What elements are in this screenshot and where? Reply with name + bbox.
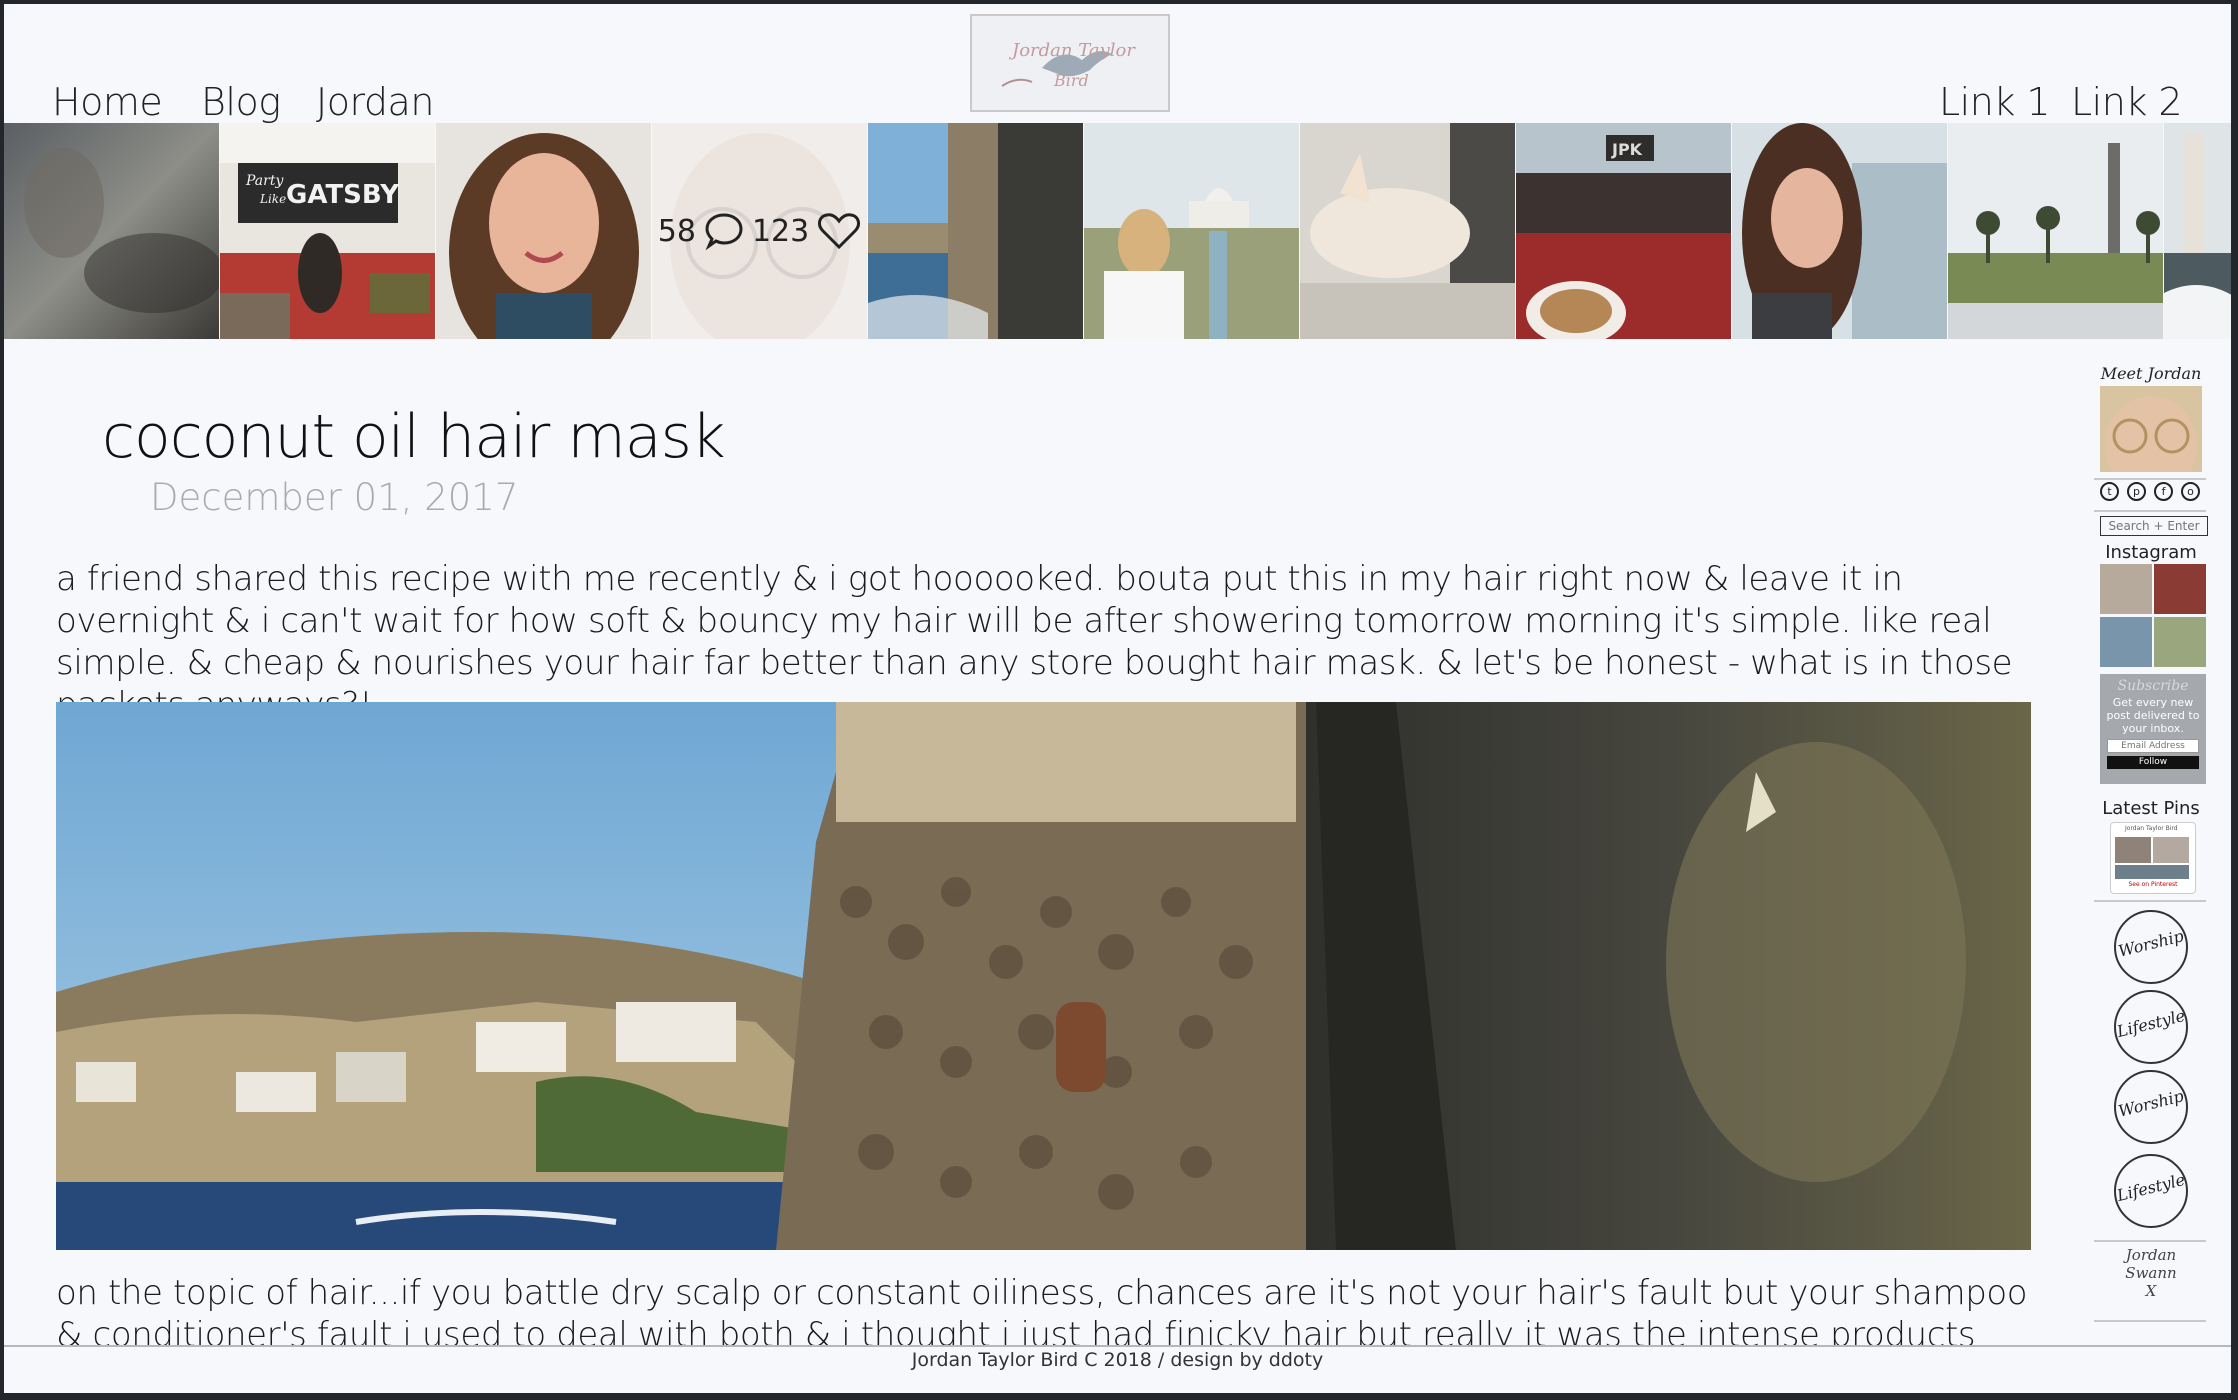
logo-text-line1: Jordan Taylor [1008,40,1136,61]
badge-label: Lifestyle [2115,1169,2187,1206]
gatsby-sign-party: Party [245,173,284,189]
instagram-thumb[interactable] [2100,564,2152,614]
sidebar-divider [2094,1240,2206,1242]
cafe-sign: JPK [1611,140,1643,159]
instagram-stats-overlay: 58 123 [652,123,867,339]
photo-lighthouse-icon [2164,123,2231,339]
instagram-tile[interactable] [2164,123,2231,339]
signature-line: Swann [2125,1264,2177,1282]
profile-photo-icon [2100,386,2202,472]
signature-line: Jordan [2125,1246,2177,1264]
instagram-tile[interactable]: JPK [1516,123,1731,339]
photo-coast-tower-icon [868,123,1083,339]
instagram-tile[interactable] [1948,123,2163,339]
sidebar: Meet Jordan t p f o Instagram Subscribe … [2092,364,2210,1324]
pin-thumb [2115,865,2189,879]
page-footer: Jordan Taylor Bird C 2018 / design by dd… [4,1345,2231,1393]
subscribe-widget: Subscribe Get every new post delivered t… [2100,674,2206,784]
photo-stone-tower-coast-icon [56,702,2031,1250]
nav-blog-link[interactable]: Blog [201,80,281,124]
instagram-widget-label: Instagram [2105,542,2197,563]
instagram-tile[interactable] [436,123,651,339]
sidebar-divider [2094,900,2206,902]
pinterest-icon[interactable]: p [2127,482,2146,501]
heart-icon [818,213,861,250]
category-badge-worship[interactable]: Worship [2114,1070,2188,1144]
instagram-tile[interactable] [1300,123,1515,339]
photo-palm-park-icon [1948,123,2163,339]
post-title: coconut oil hair mask [102,402,726,472]
pinterest-widget[interactable]: Jordan Taylor Bird See on Pinterest [2110,822,2196,894]
bird-logo-icon: Jordan Taylor Bird [1001,40,1136,90]
latest-pins-label: Latest Pins [2102,798,2200,819]
site-logo[interactable]: Jordan Taylor Bird [970,14,1170,112]
meet-jordan-photo[interactable] [2100,386,2202,472]
subscribe-email-input[interactable] [2107,739,2199,753]
signature-line: X [2145,1282,2157,1300]
meet-jordan-label: Meet Jordan [2100,364,2202,383]
photo-portrait-woman-icon [436,123,651,339]
page-frame: Home Blog Jordan Link 1 Link 2 Jordan Ta… [4,4,2231,1393]
nav-home-link[interactable]: Home [52,80,163,124]
instagram-tile[interactable] [4,123,219,339]
sidebar-divider [2094,478,2206,480]
instagram-strip: Party Like GATSBY 58 123 JPK [4,123,2231,339]
instagram-tile-hover[interactable]: 58 123 [652,123,867,339]
photo-rainy-window-icon [4,123,219,339]
instagram-thumb[interactable] [2100,617,2152,667]
comment-bubble-icon [705,213,743,250]
footer-copyright: Jordan Taylor Bird C 2018 / design by dd… [911,1349,1324,1371]
badge-label: Worship [2116,926,2186,961]
subscribe-follow-button[interactable]: Follow [2107,756,2199,769]
facebook-icon[interactable]: f [2154,482,2173,501]
instagram-thumb[interactable] [2154,617,2206,667]
photo-woman-profile-icon [1732,123,1947,339]
pinterest-widget-name: Jordan Taylor Bird [2125,825,2178,832]
instagram-tile[interactable] [1732,123,1947,339]
nav-link-1[interactable]: Link 1 [1939,80,2051,124]
nav-link-2[interactable]: Link 2 [2071,80,2183,124]
signature: Jordan Swann X [2092,1246,2210,1300]
instagram-tile[interactable]: Party Like GATSBY [220,123,435,339]
sidebar-divider [2094,510,2206,512]
like-count: 123 [751,213,810,249]
category-badge-worship[interactable]: Worship [2114,910,2188,984]
photo-taj-mahal-icon [1084,123,1299,339]
gatsby-sign-like: Like [259,192,286,206]
pin-thumb [2115,837,2151,863]
badge-label: Worship [2116,1086,2186,1121]
subscribe-text: Get every new post delivered to your inb… [2106,696,2200,735]
subscribe-title: Subscribe [2117,678,2189,694]
badge-label: Lifestyle [2115,1005,2187,1042]
pinterest-widget-link[interactable]: See on Pinterest [2111,881,2195,888]
nav-jordan-link[interactable]: Jordan [316,80,434,124]
post-hero-image[interactable] [56,702,2031,1250]
pin-thumb [2153,837,2189,863]
comment-count: 58 [657,213,696,249]
post-paragraph-1: a friend shared this recipe with me rece… [56,559,2013,725]
instagram-thumb[interactable] [2154,564,2206,614]
gatsby-sign-word: GATSBY [286,180,400,210]
instagram-tile[interactable] [868,123,1083,339]
sidebar-divider [2094,1320,2206,1322]
photo-cafe-coffee-icon: JPK [1516,123,1731,339]
category-badge-lifestyle[interactable]: Lifestyle [2114,1154,2188,1228]
logo-text-line2: Bird [1053,71,1089,90]
sidebar-search-input[interactable] [2100,516,2208,536]
instagram-tile[interactable] [1084,123,1299,339]
category-badge-lifestyle[interactable]: Lifestyle [2114,990,2188,1064]
photo-party-gatsby-icon: Party Like GATSBY [220,123,435,339]
photo-sleeping-chihuahua-icon [1300,123,1515,339]
instagram-icon[interactable]: o [2181,482,2200,501]
post-date: December 01, 2017 [150,476,519,519]
twitter-icon[interactable]: t [2100,482,2119,501]
